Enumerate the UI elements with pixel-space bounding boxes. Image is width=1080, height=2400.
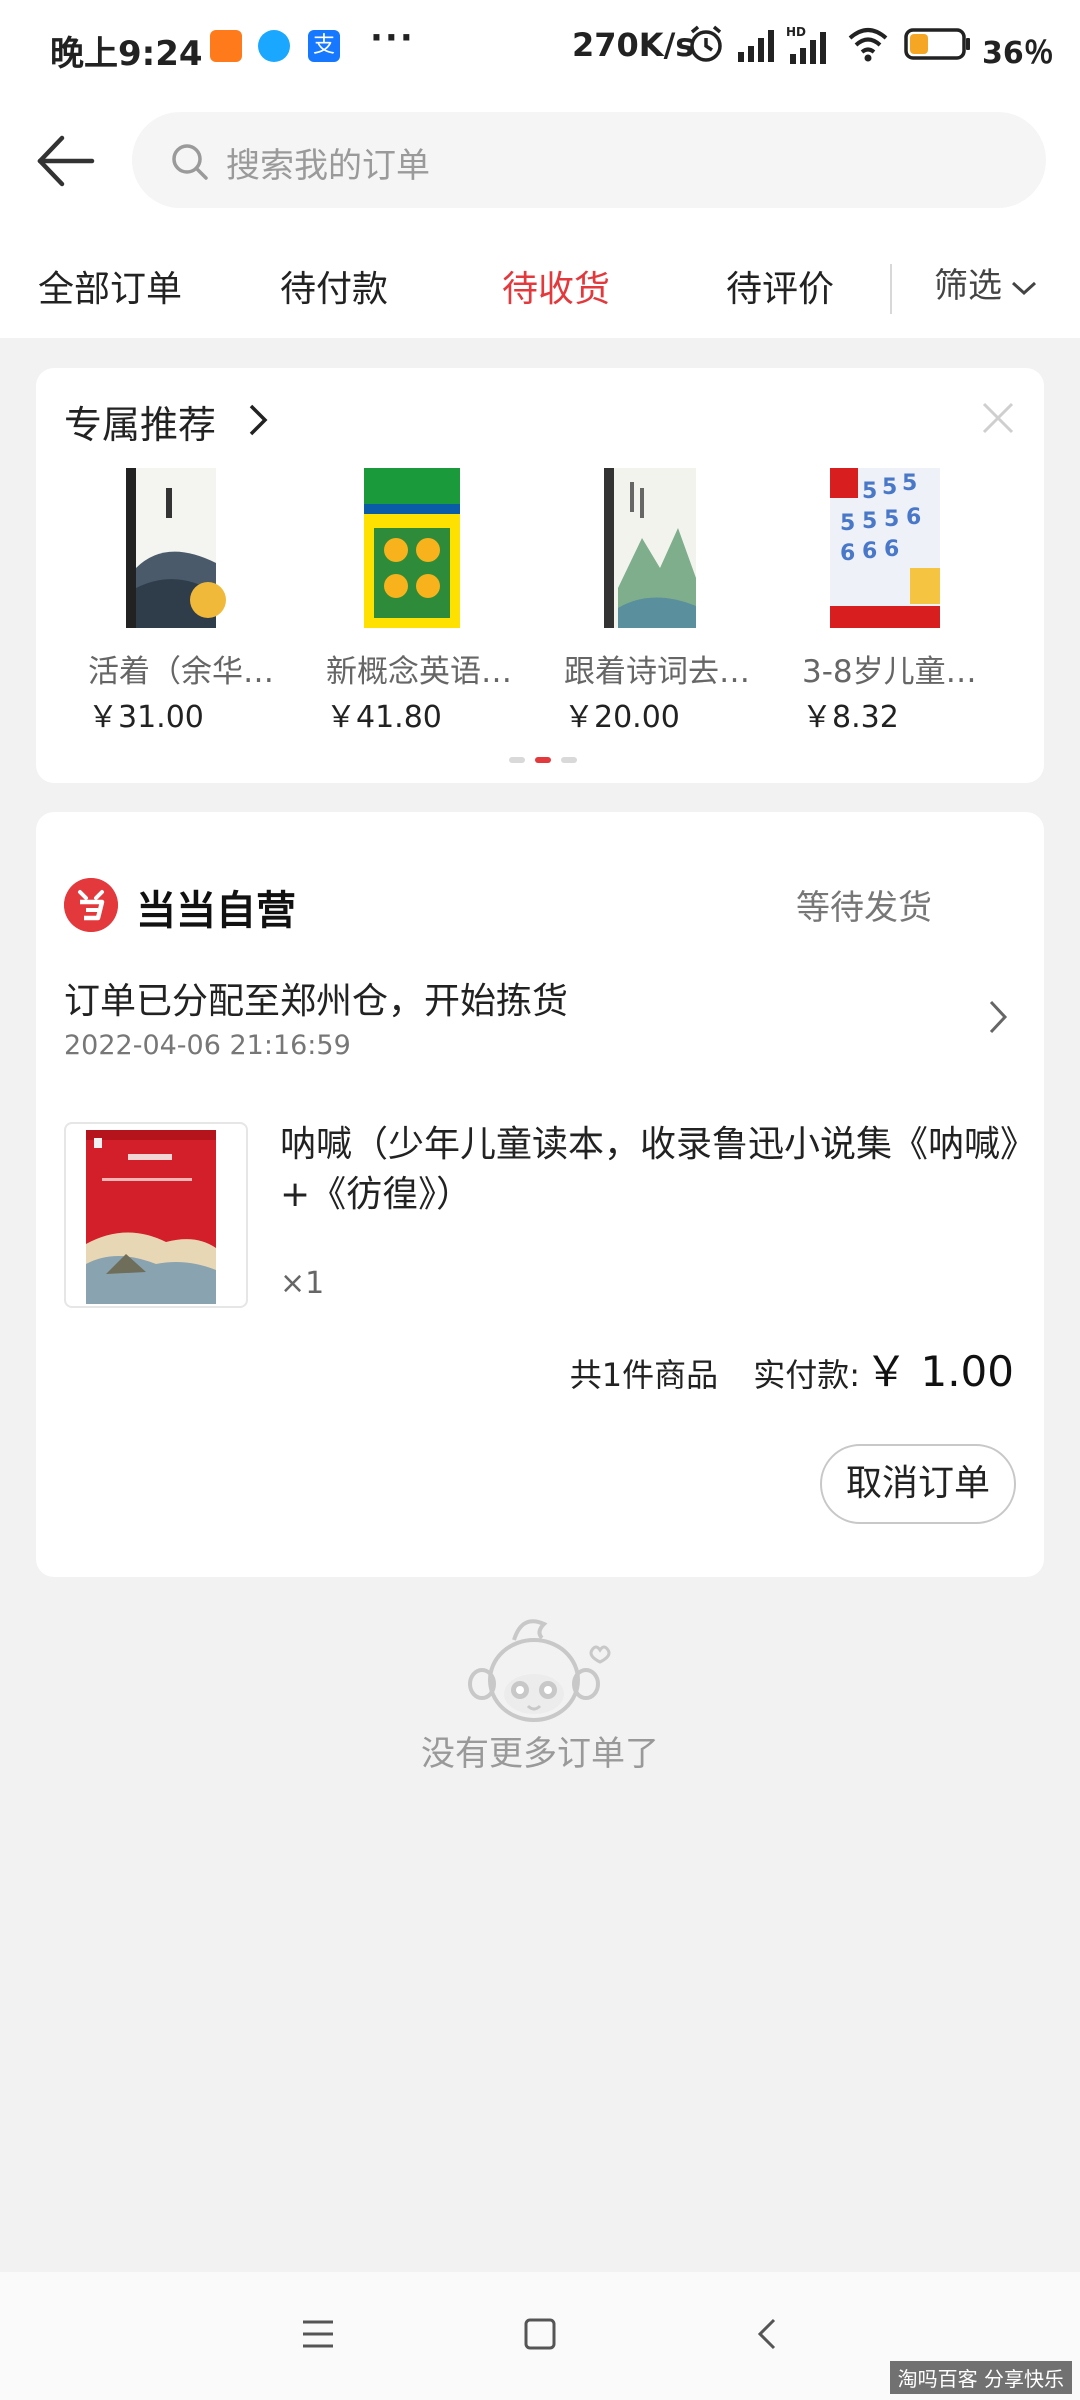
search-placeholder: 搜索我的订单: [226, 146, 430, 186]
filter-label: 筛选: [934, 266, 1002, 306]
svg-text:5: 5: [884, 507, 899, 532]
alipay-icon: 支: [308, 30, 340, 62]
svg-text:6: 6: [862, 539, 877, 564]
order-summary: 共1件商品 实付款: ￥ 1.00: [570, 1338, 1014, 1399]
notification-app-icon: [210, 30, 242, 62]
recommend-item-price: ￥31.00: [88, 700, 204, 735]
filter-button[interactable]: 筛选: [934, 258, 1038, 307]
home-icon[interactable]: [522, 2316, 558, 2352]
svg-text:5: 5: [902, 471, 917, 496]
svg-text:6: 6: [840, 541, 855, 566]
mascot-icon: [468, 1619, 611, 1722]
hd-signal-icon: HD: [786, 25, 826, 64]
tab-pending-payment[interactable]: 待付款: [280, 260, 388, 312]
logistics-time: 2022-04-06 21:16:59: [64, 1030, 351, 1061]
book-cover-image: [582, 468, 712, 628]
chevron-down-icon: [1011, 281, 1037, 295]
search-icon: [172, 144, 208, 180]
tab-all-orders[interactable]: 全部订单: [38, 260, 182, 312]
tab-pending-review[interactable]: 待评价: [726, 260, 834, 312]
menu-icon[interactable]: [300, 2316, 336, 2352]
more-notifications-icon: ···: [370, 18, 415, 58]
recommend-item-name: 跟着诗词去…: [564, 654, 750, 690]
no-more-orders-text: 没有更多订单了: [421, 1734, 659, 1774]
order-card[interactable]: 当当自营 等待发货 订单已分配至郑州仓，开始拣货 2022-04-06 21:1…: [36, 812, 1044, 1577]
product-title[interactable]: 呐喊（少年儿童读本，收录鲁迅小说集《呐喊》+《彷徨》）: [280, 1120, 1020, 1220]
battery-icon: [904, 28, 970, 60]
recommend-item-price: ￥41.80: [326, 700, 442, 735]
recommend-title[interactable]: 专属推荐: [64, 394, 216, 449]
order-status: 等待发货: [796, 888, 932, 928]
recommend-item-price: ￥8.32: [802, 700, 899, 735]
book-cover-image: 555 5556 666: [820, 468, 950, 628]
svg-text:5: 5: [840, 511, 855, 536]
tab-pending-receipt[interactable]: 待收货: [502, 260, 610, 312]
order-tabs: 全部订单 待付款 待收货 待评价 筛选: [0, 246, 1080, 338]
svg-text:6: 6: [884, 537, 899, 562]
dangdang-logo-icon: [64, 878, 118, 932]
carousel-dot: [561, 757, 577, 763]
recommend-card: 专属推荐 活着（余华… ￥31.00 新概念英语… ￥41.80 跟着诗词去… …: [36, 368, 1044, 783]
recommend-item-name: 活着（余华…: [88, 654, 274, 690]
recommend-item[interactable]: 跟着诗词去… ￥20.00: [564, 468, 764, 735]
tab-divider: [890, 264, 892, 314]
recommend-item[interactable]: 555 5556 666 3-8岁儿童… ￥8.32: [802, 468, 1002, 735]
cancel-order-button[interactable]: 取消订单: [820, 1444, 1016, 1524]
svg-text:6: 6: [906, 505, 921, 530]
recommend-item[interactable]: 新概念英语… ￥41.80: [326, 468, 526, 735]
wifi-icon: [848, 28, 888, 62]
product-image[interactable]: [64, 1122, 248, 1308]
book-cover-image: [106, 468, 236, 628]
net-speed: 270K/s: [572, 26, 695, 64]
close-icon[interactable]: [980, 400, 1016, 436]
status-time: 晚上9:24: [50, 34, 203, 74]
paid-label: 实付款:: [753, 1356, 861, 1394]
back-arrow-icon[interactable]: [30, 126, 100, 196]
battery-percent: 36％: [982, 36, 1054, 71]
book-cover-image: [344, 468, 474, 628]
back-icon[interactable]: [750, 2316, 786, 2352]
paid-amount: ￥ 1.00: [865, 1347, 1014, 1396]
carousel-dot: [535, 757, 551, 763]
watermark: 淘吗百客 分享快乐: [889, 2361, 1072, 2394]
product-quantity: ×1: [280, 1266, 325, 1301]
chevron-right-icon[interactable]: [246, 402, 270, 438]
chevron-right-icon[interactable]: [986, 998, 1010, 1036]
recommend-item-name: 新概念英语…: [326, 654, 512, 690]
search-input[interactable]: 搜索我的订单: [132, 112, 1046, 208]
carousel-dot: [509, 757, 525, 763]
logistics-status[interactable]: 订单已分配至郑州仓，开始拣货: [64, 972, 568, 1024]
svg-text:5: 5: [862, 509, 877, 534]
item-count: 共1件商品: [569, 1356, 719, 1394]
header: 搜索我的订单 全部订单 待付款 待收货 待评价 筛选: [0, 96, 1080, 338]
alarm-icon: [690, 25, 722, 62]
recommend-item-price: ￥20.00: [564, 700, 680, 735]
svg-text:5: 5: [862, 479, 877, 504]
shop-name: 当当自营: [136, 888, 296, 934]
system-nav-bar: 淘吗百客 分享快乐: [0, 2272, 1080, 2400]
svg-text:HD: HD: [786, 25, 806, 39]
svg-text:5: 5: [882, 475, 897, 500]
status-bar: 晚上9:24 支 ··· 270K/s HD 36％: [0, 0, 1080, 96]
signal-icon: [738, 30, 774, 62]
recommend-item-name: 3-8岁儿童…: [802, 654, 977, 690]
recommend-item[interactable]: 活着（余华… ￥31.00: [88, 468, 288, 735]
carousel-dots: [504, 748, 582, 767]
notification-app-icon: [258, 30, 290, 62]
